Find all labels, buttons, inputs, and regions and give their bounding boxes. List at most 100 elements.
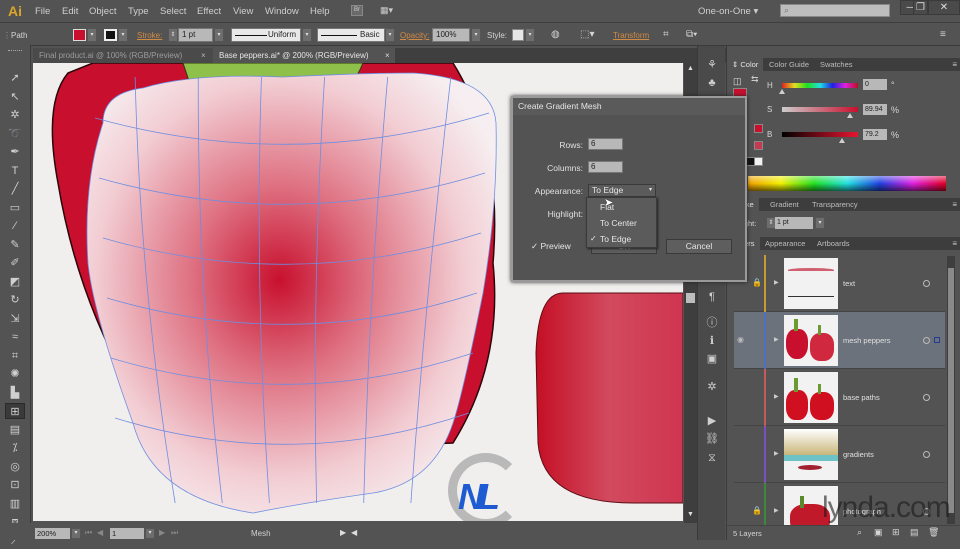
pen-tool-icon[interactable]: ✒ xyxy=(5,144,25,160)
color-spectrum[interactable] xyxy=(748,176,946,191)
panel-menu-icon[interactable]: ≡ xyxy=(952,239,957,248)
menu-window[interactable]: Window xyxy=(265,6,299,17)
stroke-swatch[interactable] xyxy=(104,29,117,41)
stroke-weight-field[interactable]: 1 pt xyxy=(775,217,813,229)
navigator-icon[interactable]: ✲ xyxy=(704,380,720,394)
selection-indicator[interactable] xyxy=(934,337,940,343)
layer-name[interactable]: gradients xyxy=(843,450,874,459)
expand-arrow-icon[interactable]: ▶ xyxy=(774,450,779,457)
rectangle-tool-icon[interactable]: ▭ xyxy=(5,200,25,216)
layer-name[interactable]: base paths xyxy=(843,393,880,402)
saturation-slider[interactable] xyxy=(782,107,858,112)
last-color-swatch[interactable] xyxy=(754,124,763,133)
paintbrush-tool-icon[interactable]: ⁄ xyxy=(5,218,25,234)
search-input[interactable]: ⌕ xyxy=(780,4,890,17)
symbols-icon[interactable]: ♣ xyxy=(704,76,720,90)
expand-arrow-icon[interactable]: ▶ xyxy=(774,507,779,514)
transform-link[interactable]: Transform xyxy=(613,31,649,40)
make-clipping-mask-icon[interactable]: ▣ xyxy=(874,527,883,538)
brightness-input[interactable]: 79.2 xyxy=(863,129,887,140)
info-icon[interactable]: ℹ xyxy=(704,334,720,348)
stroke-dropdown-arrow[interactable]: ▾ xyxy=(118,28,128,42)
close-button[interactable]: ✕ xyxy=(928,0,960,15)
swap-colors-icon[interactable]: ⇆ xyxy=(751,74,759,85)
option-to-center[interactable]: To Center xyxy=(600,218,637,228)
scroll-down-arrow[interactable]: ▼ xyxy=(687,511,694,518)
menu-file[interactable]: File xyxy=(35,6,50,17)
workspace-switcher[interactable]: One-on-One ▾ xyxy=(698,6,758,17)
link-icon[interactable]: ⛓ xyxy=(704,432,720,446)
variables-icon[interactable]: ⧖ xyxy=(704,451,720,465)
fill-dropdown-arrow[interactable]: ▾ xyxy=(87,28,97,42)
tab-artboards[interactable]: Artboards xyxy=(812,237,855,250)
layer-row[interactable]: ▶ base paths xyxy=(734,369,945,426)
warp-tool-icon[interactable]: ≈ xyxy=(5,329,25,345)
layer-name[interactable]: text xyxy=(843,279,855,288)
tab-base-peppers[interactable]: Base peppers.ai* @ 200% (RGB/Preview) xyxy=(213,48,395,63)
symbol-sprayer-tool-icon[interactable]: ✺ xyxy=(5,366,25,382)
menu-view[interactable]: View xyxy=(233,6,253,17)
stroke-label[interactable]: Stroke: xyxy=(137,31,162,40)
target-icon[interactable] xyxy=(923,394,930,401)
cancel-button[interactable]: Cancel xyxy=(666,239,732,254)
artboard-number-input[interactable]: 1 xyxy=(110,528,144,539)
next-artboard-button[interactable]: ▶ xyxy=(159,528,165,537)
blob-brush-tool-icon[interactable]: ✎ xyxy=(5,237,25,253)
brightness-slider[interactable] xyxy=(782,132,858,137)
menu-edit[interactable]: Edit xyxy=(62,6,78,17)
line-segment-tool-icon[interactable]: ╱ xyxy=(5,181,25,197)
appearance-select[interactable]: To Edge ▾ xyxy=(588,184,656,197)
live-paint-tool-icon[interactable]: ⊡ xyxy=(5,477,25,493)
rows-input[interactable]: 6 xyxy=(588,138,623,150)
stroke-stepper[interactable]: ⇕ xyxy=(168,28,178,42)
select-similar-icon[interactable]: ⧉▾ xyxy=(686,29,697,40)
layer-row[interactable]: 🔒 ▶ text xyxy=(734,255,945,312)
mesh-tool-icon[interactable]: ⊞ xyxy=(5,403,25,419)
expand-arrow-icon[interactable]: ▶ xyxy=(774,279,779,286)
type-tool-icon[interactable]: T xyxy=(5,163,25,179)
tab-gradient[interactable]: Gradient xyxy=(765,198,804,211)
prev-artboard-button[interactable]: ◀ xyxy=(97,528,103,537)
lock-toggle[interactable]: 🔒 xyxy=(752,506,762,515)
visibility-toggle[interactable]: ◉ xyxy=(737,335,744,344)
recent-color-swatch[interactable] xyxy=(754,141,763,150)
lock-toggle[interactable]: 🔒 xyxy=(752,278,762,287)
expand-arrow-icon[interactable]: ▶ xyxy=(774,393,779,400)
panel-menu-icon[interactable]: ≡ xyxy=(952,200,957,209)
dialog-title[interactable]: Create Gradient Mesh xyxy=(513,98,745,115)
expand-arrow-icon[interactable]: ▶ xyxy=(774,336,779,343)
eraser-tool-icon[interactable]: ◩ xyxy=(5,274,25,290)
opacity-input[interactable]: 100% xyxy=(432,28,470,42)
locate-object-icon[interactable]: ⌕ xyxy=(857,527,862,538)
eyedropper-tool-icon[interactable]: ⁒ xyxy=(5,440,25,456)
layer-row[interactable]: ▶ gradients xyxy=(734,426,945,483)
hue-slider-knob[interactable] xyxy=(779,89,785,94)
last-artboard-button[interactable]: ⏭ xyxy=(171,528,178,538)
tab-color[interactable]: ⇕ Color xyxy=(727,58,764,71)
layers-scroll-thumb[interactable] xyxy=(948,268,954,513)
menu-type[interactable]: Type xyxy=(128,6,149,17)
profile-dropdown[interactable]: ▾ xyxy=(302,28,312,42)
artboard-dropdown[interactable]: ▾ xyxy=(145,528,155,539)
delete-layer-icon[interactable]: 🗑 xyxy=(928,527,939,538)
saturation-input[interactable]: 89.94 xyxy=(863,104,887,115)
default-colors-icon[interactable]: ◫ xyxy=(733,76,742,87)
isolate-selected-icon[interactable]: ⌗ xyxy=(663,29,669,40)
links-icon[interactable]: ▣ xyxy=(704,352,720,366)
blend-tool-icon[interactable]: ◎ xyxy=(5,459,25,475)
layer-row[interactable]: ◉ ▶ mesh peppers xyxy=(734,312,945,369)
saturation-slider-knob[interactable] xyxy=(847,113,854,118)
option-to-edge[interactable]: To Edge xyxy=(600,234,631,244)
actions-icon[interactable]: ▶ xyxy=(704,414,720,428)
direct-selection-tool-icon[interactable]: ↖ xyxy=(5,89,25,105)
tools-grip[interactable] xyxy=(8,50,22,52)
first-artboard-button[interactable]: ⏮ xyxy=(85,528,92,538)
stroke-weight-dropdown[interactable]: ▾ xyxy=(214,28,224,42)
hue-slider[interactable] xyxy=(782,83,858,88)
tab-close-icon[interactable]: × xyxy=(385,48,390,63)
tab-swatches[interactable]: Swatches xyxy=(815,58,858,71)
current-tool-status[interactable]: Mesh xyxy=(251,529,271,538)
brightness-slider-knob[interactable] xyxy=(839,138,846,143)
tab-close-icon[interactable]: × xyxy=(201,48,206,63)
scroll-up-arrow[interactable]: ▲ xyxy=(687,65,694,72)
